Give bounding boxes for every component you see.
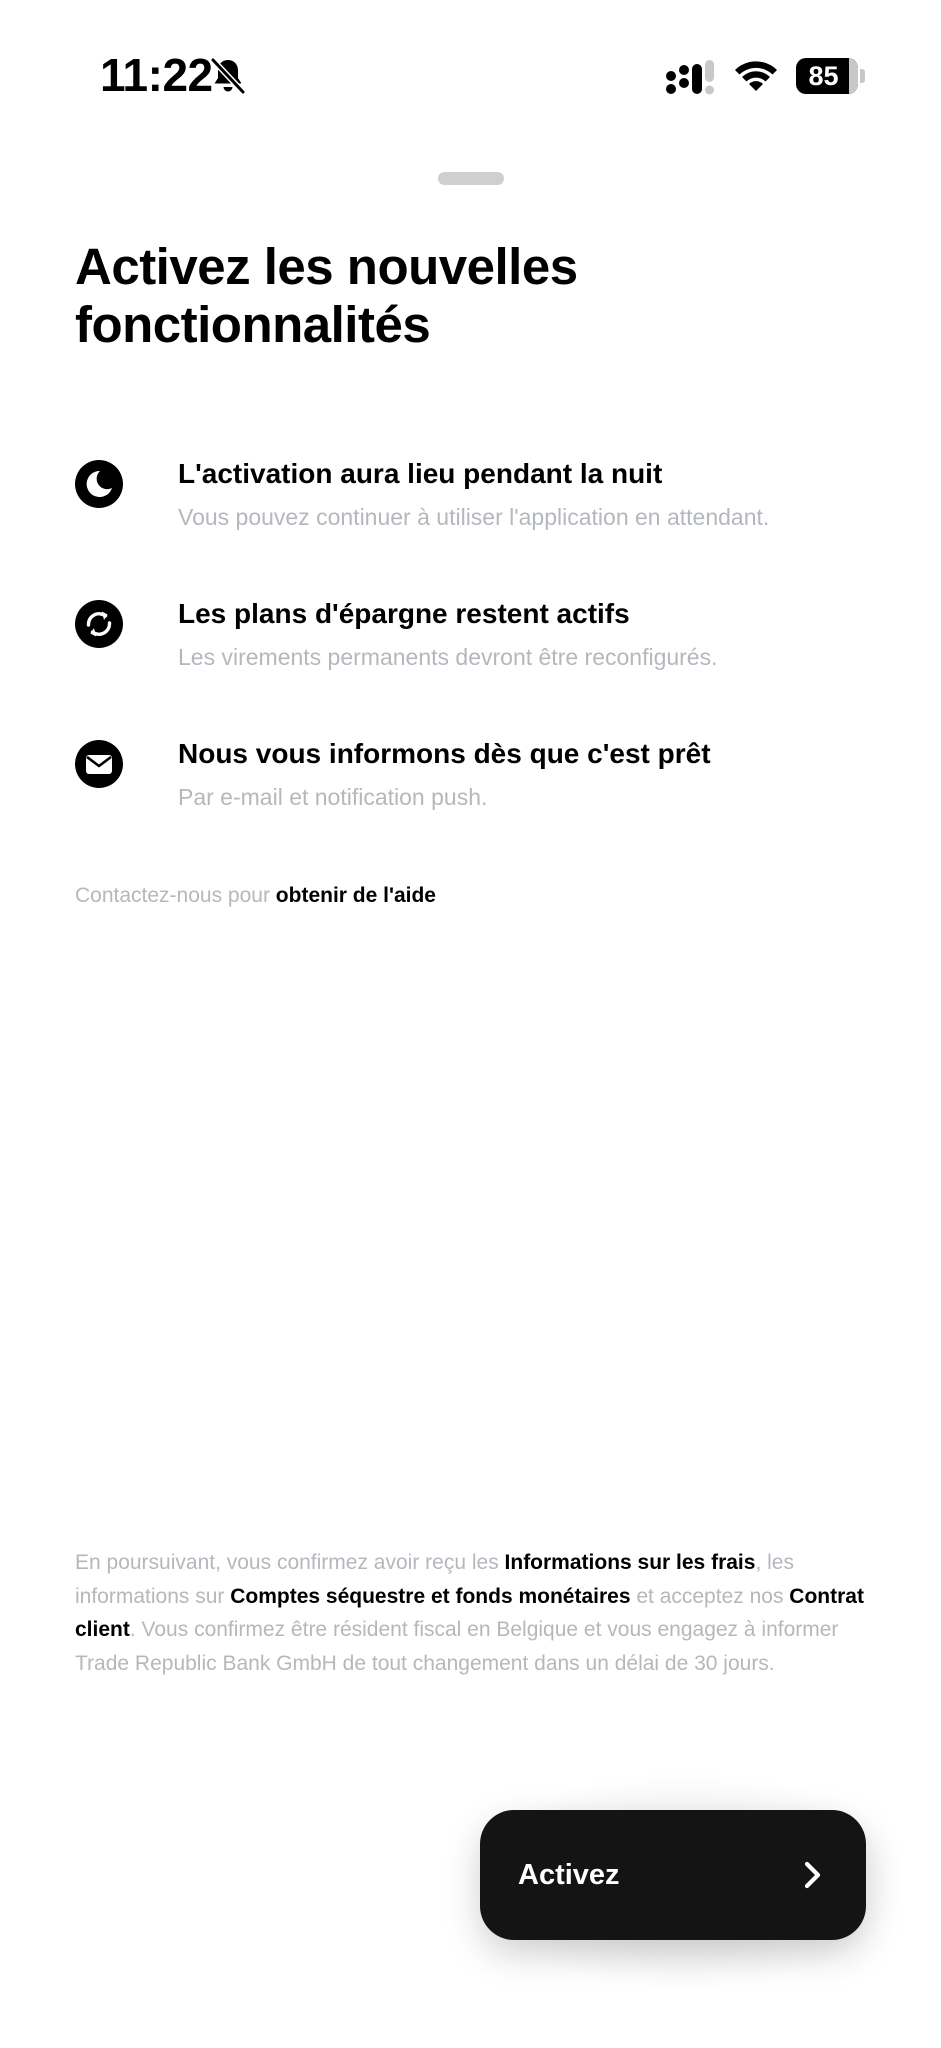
battery-icon: 85 xyxy=(796,58,866,94)
legal-disclaimer: En poursuivant, vous confirmez avoir reç… xyxy=(75,1546,875,1680)
signal-icon xyxy=(666,60,714,95)
status-bar: 11:22 85 xyxy=(0,0,941,150)
help-prefix: Contactez-nous pour xyxy=(75,884,276,907)
fees-info-link[interactable]: Informations sur les frais xyxy=(505,1551,756,1574)
legal-text: En poursuivant, vous confirmez avoir reç… xyxy=(75,1551,505,1574)
sync-icon xyxy=(75,600,123,648)
wifi-icon xyxy=(735,61,777,91)
escrow-accounts-link[interactable]: Comptes séquestre et fonds monétaires xyxy=(230,1585,630,1608)
feature-title: Nous vous informons dès que c'est prêt xyxy=(178,738,711,769)
mail-icon xyxy=(75,740,123,788)
chevron-right-icon xyxy=(804,1861,821,1889)
status-time: 11:22 xyxy=(100,49,213,101)
activate-button[interactable]: Activez xyxy=(480,1810,866,1940)
battery-level: 85 xyxy=(808,61,839,91)
legal-text: et acceptez nos xyxy=(630,1584,790,1608)
feature-subtitle: Vous pouvez continuer à utiliser l'appli… xyxy=(178,504,770,530)
help-link[interactable]: obtenir de l'aide xyxy=(276,884,436,907)
legal-text: . Vous confirmez être résident fiscal en… xyxy=(75,1618,839,1675)
help-line: Contactez-nous pour obtenir de l'aide xyxy=(75,884,436,908)
activate-button-label: Activez xyxy=(518,1859,620,1891)
moon-icon xyxy=(75,460,123,508)
feature-title: Les plans d'épargne restent actifs xyxy=(178,598,630,629)
feature-subtitle: Les virements permanents devront être re… xyxy=(178,644,718,670)
feature-subtitle: Par e-mail et notification push. xyxy=(178,784,488,810)
feature-title: L'activation aura lieu pendant la nuit xyxy=(178,458,663,489)
page-title: Activez les nouvelles fonctionnalités xyxy=(75,238,578,353)
sheet-grabber[interactable] xyxy=(438,172,504,185)
bell-slash-icon xyxy=(210,57,246,95)
